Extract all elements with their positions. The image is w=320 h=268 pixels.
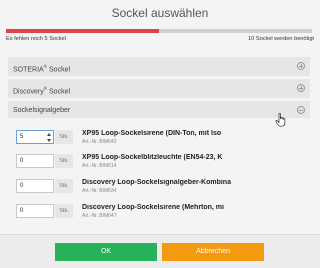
quantity-value: 5 — [20, 134, 24, 140]
list-item: 0 Stk. Discovery Loop-Sockelsignalgeber-… — [8, 176, 310, 198]
item-name: XP95 Loop-Sockelsirene (DIN-Ton, mit Iso — [82, 130, 222, 137]
list-item: 0 Stk. XP95 Loop-Sockelblitzleuchte (EN5… — [8, 151, 310, 173]
item-article-number: Art.-Nr. BIM647 — [82, 213, 117, 219]
item-name: Discovery Loop-Sockelsirene (Mehrton, mi — [82, 204, 224, 211]
section-discovery-suffix: Sockel — [47, 88, 71, 96]
item-article-number: Art.-Nr. BIM634 — [82, 188, 117, 194]
quantity-value: 0 — [20, 183, 24, 189]
quantity-stepper[interactable]: 0 — [16, 154, 54, 168]
progress-missing-text: Es fehlen noch 5 Sockel — [6, 36, 67, 42]
unit-label: Stk. — [55, 130, 73, 144]
progress-bar — [6, 29, 312, 33]
dialog-title: Sockel auswählen — [111, 6, 209, 20]
quantity-stepper[interactable]: 0 — [16, 179, 54, 193]
unit-label: Stk. — [55, 154, 73, 168]
cancel-button[interactable]: Abbrechen — [162, 243, 264, 261]
collapse-minus-icon[interactable] — [297, 106, 305, 114]
list-item: 5 Stk. XP95 Loop-Sockelsirene (DIN-Ton, … — [8, 127, 310, 149]
item-name: Discovery Loop-Sockelsignalgeber-Kombina — [82, 179, 231, 186]
item-name: XP95 Loop-Sockelblitzleuchte (EN54-23, K — [82, 154, 223, 161]
section-soteria-header[interactable]: SOTERIA® Sockel — [8, 57, 310, 76]
section-sockelsignalgeber-label: Sockelsignalgeber — [13, 107, 71, 114]
progress-required-text: 10 Sockel werden benötigt — [248, 36, 314, 42]
section-soteria-label: SOTERIA — [13, 66, 44, 74]
unit-label: Stk. — [55, 179, 73, 193]
item-article-number: Art.-Nr. BIM643 — [82, 139, 117, 145]
quantity-stepper[interactable]: 5 — [16, 130, 54, 144]
section-sockelsignalgeber-panel: 5 Stk. XP95 Loop-Sockelsirene (DIN-Ton, … — [8, 118, 310, 224]
item-article-number: Art.-Nr. BIM614 — [82, 163, 117, 169]
list-item: 0 Stk. Discovery Loop-Sockelsirene (Mehr… — [8, 201, 310, 223]
section-soteria-suffix: Sockel — [47, 66, 71, 74]
section-discovery-header[interactable]: Discovery® Sockel — [8, 79, 310, 98]
quantity-value: 0 — [20, 158, 24, 164]
hand-cursor-icon — [275, 113, 286, 127]
quantity-stepper[interactable]: 0 — [16, 204, 54, 218]
unit-label: Stk. — [55, 204, 73, 218]
spinner-arrows-icon[interactable] — [47, 133, 52, 142]
progress-fill — [6, 29, 159, 33]
ok-button[interactable]: OK — [55, 243, 157, 261]
quantity-value: 0 — [20, 208, 24, 214]
dialog-footer: OK Abbrechen — [0, 234, 320, 268]
expand-plus-icon[interactable] — [297, 84, 305, 92]
expand-plus-icon[interactable] — [297, 62, 305, 70]
section-discovery-label: Discovery — [13, 88, 44, 96]
